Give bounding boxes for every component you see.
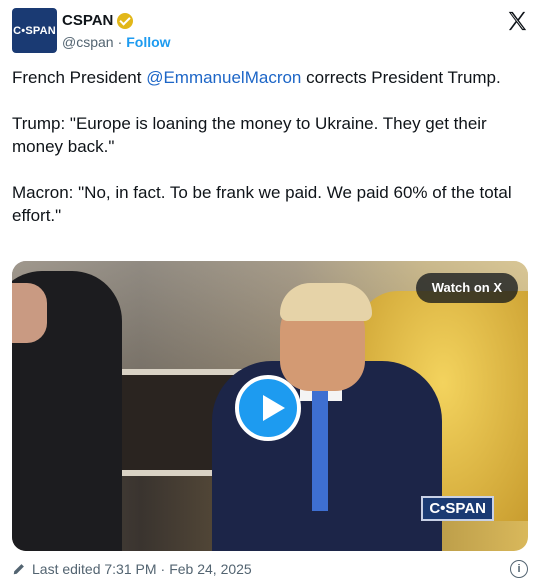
info-icon[interactable]: i	[510, 560, 528, 578]
pencil-icon	[13, 564, 24, 575]
post-line-2: Trump: "Europe is loaning the money to U…	[12, 114, 487, 156]
handle-row: @cspan · Follow	[62, 34, 171, 50]
verified-icon	[117, 12, 134, 29]
name-row: CSPAN	[62, 12, 134, 29]
watch-on-x-button[interactable]: Watch on X	[415, 273, 518, 303]
video-tie	[312, 391, 328, 511]
play-icon[interactable]	[235, 375, 301, 441]
post-line-3: Macron: "No, in fact. To be frank we pai…	[12, 183, 512, 225]
edit-timestamp[interactable]: Last edited 7:31 PM · Feb 24, 2025	[32, 561, 252, 577]
post-text-span: corrects President Trump.	[301, 68, 501, 87]
avatar[interactable]: C•SPAN	[12, 8, 57, 53]
post-date: Feb 24, 2025	[169, 561, 252, 577]
video-hair-right	[280, 283, 372, 321]
mention-link[interactable]: @EmmanuelMacron	[146, 68, 301, 87]
post-text-span: French President	[12, 68, 147, 87]
edited-label: Last edited 7:31 PM	[32, 561, 157, 577]
post-text: French President @EmmanuelMacron correct…	[12, 66, 522, 250]
post-footer: Last edited 7:31 PM · Feb 24, 2025 i	[12, 560, 528, 580]
follow-button[interactable]: Follow	[126, 34, 170, 50]
post-line-1: French President @EmmanuelMacron correct…	[12, 66, 522, 89]
x-logo-icon[interactable]	[506, 10, 528, 32]
separator: ·	[117, 34, 123, 50]
video-face-left	[12, 283, 47, 343]
account-handle[interactable]: @cspan	[62, 34, 114, 50]
account-name[interactable]: CSPAN	[62, 12, 113, 29]
separator: ·	[160, 561, 166, 577]
cspan-watermark: C•SPAN	[421, 496, 494, 521]
video-player[interactable]: Watch on X C•SPAN	[12, 261, 528, 551]
post-header: C•SPAN CSPAN @cspan · Follow	[12, 8, 528, 58]
